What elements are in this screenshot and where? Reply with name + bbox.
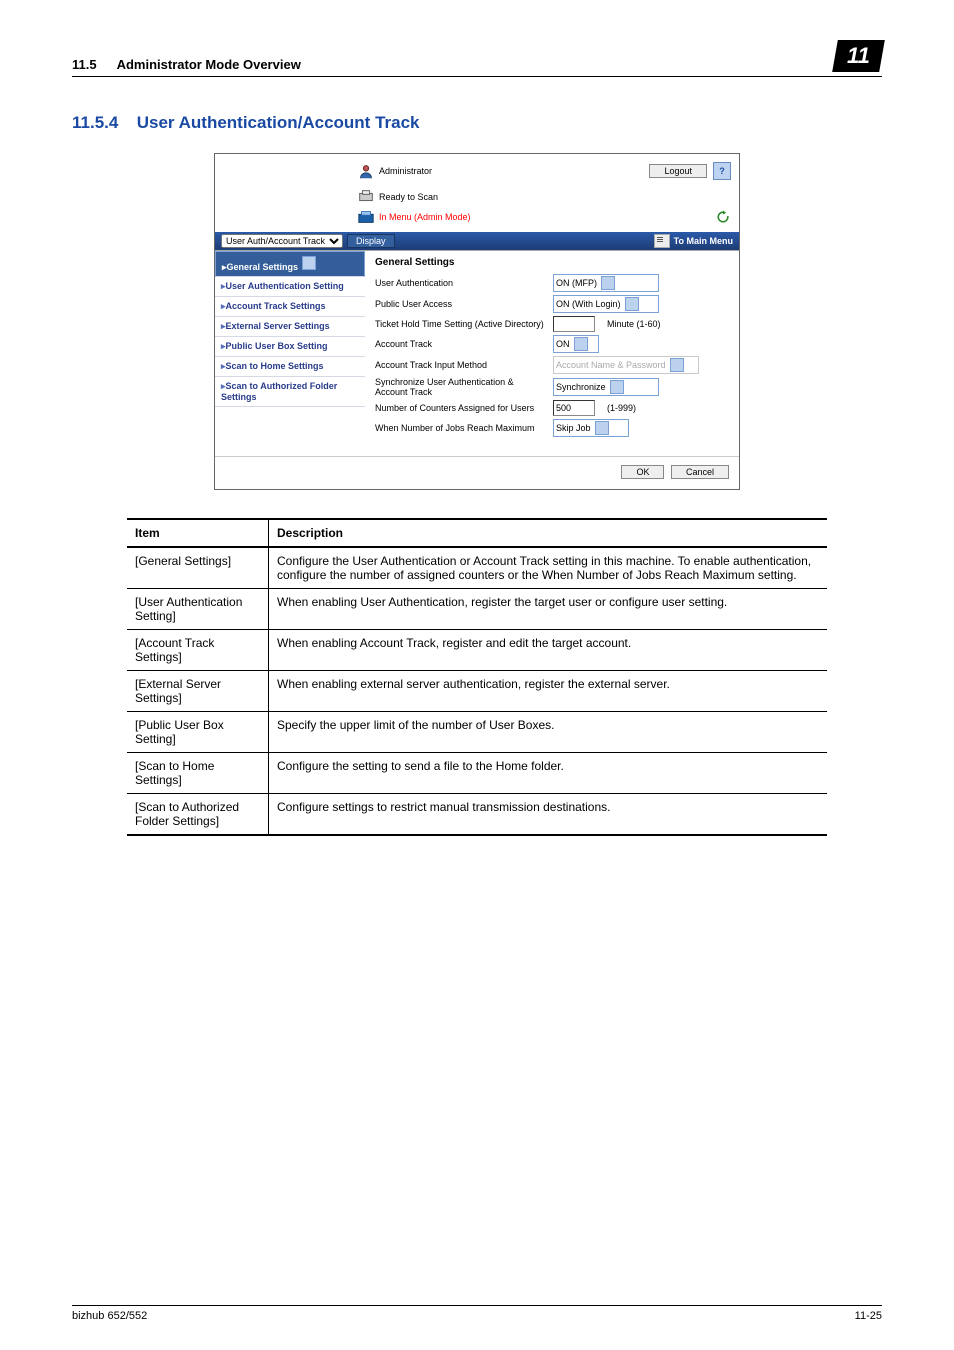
role-label: Administrator <box>379 166 432 176</box>
table-row-item: [Public User Box Setting] <box>127 712 269 753</box>
section-select[interactable]: User Auth/Account Track <box>221 234 343 248</box>
subsection-title: User Authentication/Account Track <box>137 113 420 132</box>
table-row-item: [External Server Settings] <box>127 671 269 712</box>
table-row-desc: Configure settings to restrict manual tr… <box>269 794 828 836</box>
logout-button[interactable]: Logout <box>649 164 707 178</box>
sidebar-external-server-settings[interactable]: External Server Settings <box>215 317 365 337</box>
public-access-label: Public User Access <box>375 299 545 309</box>
table-row-item: [Account Track Settings] <box>127 630 269 671</box>
input-method-label: Account Track Input Method <box>375 360 545 370</box>
sidebar: General Settings User Authentication Set… <box>215 251 365 450</box>
chapter-badge: 11 <box>832 40 884 72</box>
counters-label: Number of Counters Assigned for Users <box>375 403 545 413</box>
ok-button[interactable]: OK <box>621 465 664 479</box>
ticket-hold-hint: Minute (1-60) <box>607 319 661 329</box>
refresh-icon[interactable] <box>715 209 731 225</box>
description-table: Item Description [General Settings]Confi… <box>127 518 827 836</box>
input-method-select: Account Name & Password <box>553 356 699 374</box>
account-track-select[interactable]: ON <box>553 335 599 353</box>
panel-title: General Settings <box>375 257 729 268</box>
table-row-desc: Specify the upper limit of the number of… <box>269 712 828 753</box>
printer-icon <box>357 188 375 206</box>
subsection-number: 11.5.4 <box>72 113 132 133</box>
section-title: Administrator Mode Overview <box>117 57 836 72</box>
table-row-item: [Scan to Authorized Folder Settings] <box>127 794 269 836</box>
table-row-desc: When enabling Account Track, register an… <box>269 630 828 671</box>
table-row-desc: When enabling external server authentica… <box>269 671 828 712</box>
public-access-select[interactable]: ON (With Login) <box>553 295 659 313</box>
admin-ui-screenshot: Administrator Logout ? Ready to Scan <box>214 153 740 490</box>
table-row-desc: Configure the User Authentication or Acc… <box>269 547 828 589</box>
sidebar-scan-to-authorized-folder[interactable]: Scan to Authorized Folder Settings <box>215 377 365 407</box>
sidebar-user-auth-setting[interactable]: User Authentication Setting <box>215 277 365 297</box>
table-row-item: [Scan to Home Settings] <box>127 753 269 794</box>
table-row-item: [User Authentication Setting] <box>127 589 269 630</box>
sync-select[interactable]: Synchronize <box>553 378 659 396</box>
status-admin-mode: In Menu (Admin Mode) <box>379 212 471 222</box>
table-row-desc: When enabling User Authentication, regis… <box>269 589 828 630</box>
cancel-button[interactable]: Cancel <box>671 465 729 479</box>
status-ready: Ready to Scan <box>379 192 438 202</box>
ticket-hold-label: Ticket Hold Time Setting (Active Directo… <box>375 319 545 329</box>
section-number: 11.5 <box>72 57 97 72</box>
ticket-hold-input[interactable] <box>553 316 595 332</box>
th-item: Item <box>127 519 269 547</box>
display-button[interactable]: Display <box>347 234 395 248</box>
maxjob-select[interactable]: Skip Job <box>553 419 629 437</box>
sidebar-public-user-box-setting[interactable]: Public User Box Setting <box>215 337 365 357</box>
table-row-desc: Configure the setting to send a file to … <box>269 753 828 794</box>
counters-hint: (1-999) <box>607 403 636 413</box>
footer-model: bizhub 652/552 <box>72 1310 147 1322</box>
sync-label: Synchronize User Authentication & Accoun… <box>375 377 545 397</box>
to-main-menu-link[interactable]: To Main Menu <box>654 234 733 248</box>
help-icon[interactable]: ? <box>713 162 731 180</box>
footer-page: 11-25 <box>855 1310 882 1322</box>
user-auth-label: User Authentication <box>375 278 545 288</box>
menu-icon <box>654 234 670 248</box>
counters-input[interactable] <box>553 400 595 416</box>
table-row-item: [General Settings] <box>127 547 269 589</box>
sidebar-scan-to-home-settings[interactable]: Scan to Home Settings <box>215 357 365 377</box>
sidebar-account-track-settings[interactable]: Account Track Settings <box>215 297 365 317</box>
maxjob-label: When Number of Jobs Reach Maximum <box>375 423 545 433</box>
th-description: Description <box>269 519 828 547</box>
scanner-icon <box>357 208 375 226</box>
nav-bar: User Auth/Account Track Display To Main … <box>215 232 739 250</box>
account-track-label: Account Track <box>375 339 545 349</box>
user-icon <box>357 162 375 180</box>
user-auth-select[interactable]: ON (MFP) <box>553 274 659 292</box>
sidebar-general-settings[interactable]: General Settings <box>215 251 365 277</box>
